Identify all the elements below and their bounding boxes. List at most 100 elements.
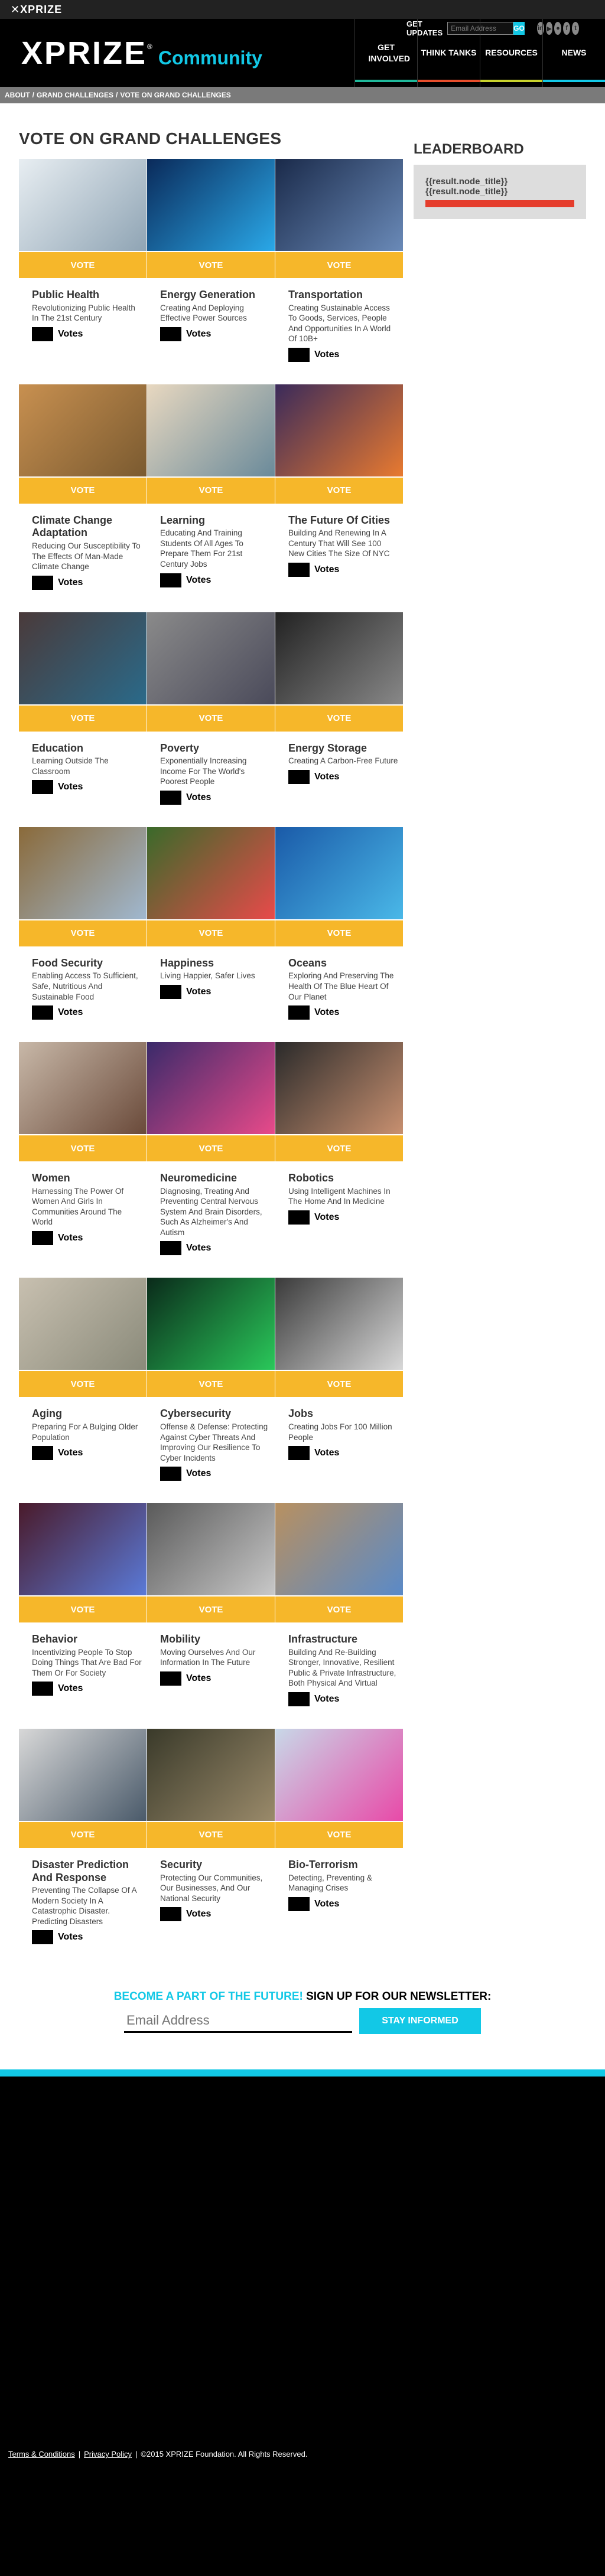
vote-button[interactable]: VOTE: [275, 477, 403, 504]
challenge-image[interactable]: [19, 1278, 147, 1370]
challenge-title[interactable]: Jobs: [288, 1408, 398, 1421]
vote-button[interactable]: VOTE: [147, 252, 275, 278]
vote-count-box: [288, 347, 310, 362]
vote-button[interactable]: VOTE: [147, 920, 275, 946]
challenge-title[interactable]: Aging: [32, 1408, 142, 1421]
challenge-description: harnessing the power of women and girls …: [32, 1186, 124, 1227]
leaderboard-item[interactable]: {{result.node_title}}: [425, 177, 574, 187]
votes-label: Votes: [58, 1683, 83, 1694]
challenge-title[interactable]: Disaster Prediction And Response: [32, 1859, 142, 1884]
challenge-image[interactable]: [275, 1278, 403, 1370]
nav-think-tanks[interactable]: THINK TANKS: [417, 19, 480, 87]
vote-button[interactable]: VOTE: [19, 1135, 147, 1162]
challenge-info: Happiness Living happier, safer lives Vo…: [147, 946, 275, 999]
challenge-image[interactable]: [147, 1278, 275, 1370]
challenge-image[interactable]: [275, 1728, 403, 1821]
breadcrumb-about[interactable]: ABOUT: [5, 91, 30, 99]
stay-informed-button[interactable]: STAY INFORMED: [359, 2008, 481, 2035]
challenge-image[interactable]: [19, 827, 147, 919]
challenge-title[interactable]: The Future Of Cities: [288, 514, 398, 527]
nav-news[interactable]: NEWS: [542, 19, 605, 87]
challenge-title[interactable]: Oceans: [288, 957, 398, 970]
challenge-title[interactable]: Learning: [160, 514, 270, 527]
vote-count-box: [160, 790, 181, 805]
challenge-title[interactable]: Energy Storage: [288, 742, 398, 755]
challenge-image[interactable]: [147, 384, 275, 476]
votes-label: Votes: [186, 986, 212, 997]
leaderboard-bar: [425, 200, 574, 207]
vote-button[interactable]: VOTE: [147, 1596, 275, 1623]
vote-button[interactable]: VOTE: [275, 705, 403, 732]
challenge-image[interactable]: [147, 612, 275, 704]
challenge-image[interactable]: [275, 612, 403, 704]
vote-button[interactable]: VOTE: [19, 477, 147, 504]
site-logo[interactable]: XPRIZE ® Community: [0, 19, 262, 87]
vote-button[interactable]: VOTE: [275, 920, 403, 946]
vote-button[interactable]: VOTE: [147, 1371, 275, 1398]
challenge-image[interactable]: [147, 1042, 275, 1135]
challenge-image[interactable]: [19, 384, 147, 476]
challenge-image[interactable]: [275, 1503, 403, 1596]
challenge-title[interactable]: Women: [32, 1172, 142, 1185]
challenge-image[interactable]: [19, 612, 147, 704]
vote-button[interactable]: VOTE: [147, 477, 275, 504]
vote-button[interactable]: VOTE: [275, 1135, 403, 1162]
vote-button[interactable]: VOTE: [275, 1371, 403, 1398]
votes-label: Votes: [186, 328, 212, 339]
challenge-title[interactable]: Poverty: [160, 742, 270, 755]
challenge-info: Poverty exponentially increasing income …: [147, 732, 275, 805]
votes-label: Votes: [314, 1898, 340, 1909]
vote-button[interactable]: VOTE: [19, 1821, 147, 1848]
challenge-title[interactable]: Climate Change Adaptation: [32, 514, 142, 540]
challenge-title[interactable]: Food Security: [32, 957, 142, 970]
challenge-title[interactable]: Energy Generation: [160, 289, 270, 302]
challenge-image[interactable]: [275, 1042, 403, 1135]
vote-button[interactable]: VOTE: [19, 1596, 147, 1623]
challenge-image[interactable]: [147, 159, 275, 251]
terms-link[interactable]: Terms & Conditions: [8, 2450, 75, 2459]
vote-count-box: [288, 1896, 310, 1911]
vote-button[interactable]: VOTE: [19, 705, 147, 732]
vote-button[interactable]: VOTE: [19, 1371, 147, 1398]
vote-button[interactable]: VOTE: [275, 1596, 403, 1623]
challenge-info: Mobility moving ourselves and our inform…: [147, 1622, 275, 1686]
challenge-image[interactable]: [19, 159, 147, 251]
challenge-info: Public Health revolutionizing public hea…: [19, 278, 147, 341]
challenge-title[interactable]: Transportation: [288, 289, 398, 302]
challenge-title[interactable]: Education: [32, 742, 142, 755]
challenge-title[interactable]: Cybersecurity: [160, 1408, 270, 1421]
challenge-title[interactable]: Infrastructure: [288, 1633, 398, 1646]
challenge-title[interactable]: Public Health: [32, 289, 142, 302]
challenge-image[interactable]: [275, 384, 403, 476]
challenge-image[interactable]: [275, 159, 403, 251]
leaderboard-item[interactable]: {{result.node_title}}: [425, 187, 574, 197]
nav-resources[interactable]: RESOURCES: [480, 19, 542, 87]
challenge-image[interactable]: [147, 1728, 275, 1821]
challenge-image[interactable]: [147, 1503, 275, 1596]
challenge-title[interactable]: Neuromedicine: [160, 1172, 270, 1185]
challenge-title[interactable]: Happiness: [160, 957, 270, 970]
challenge-title[interactable]: Security: [160, 1859, 270, 1872]
vote-button[interactable]: VOTE: [147, 705, 275, 732]
challenge-image[interactable]: [19, 1503, 147, 1596]
challenge-title[interactable]: Behavior: [32, 1633, 142, 1646]
breadcrumb-grand-challenges[interactable]: GRAND CHALLENGES: [37, 91, 113, 99]
challenge-title[interactable]: Bio-Terrorism: [288, 1859, 398, 1872]
nav-get-involved[interactable]: GET INVOLVED: [354, 19, 417, 87]
challenge-image[interactable]: [147, 827, 275, 919]
challenge-title[interactable]: Mobility: [160, 1633, 270, 1646]
vote-count-box: [160, 1671, 181, 1686]
mini-logo[interactable]: ✕XPRIZE: [11, 4, 62, 16]
vote-button[interactable]: VOTE: [19, 920, 147, 946]
challenge-image[interactable]: [275, 827, 403, 919]
newsletter-email-input[interactable]: [124, 2009, 352, 2033]
privacy-link[interactable]: Privacy Policy: [84, 2450, 132, 2459]
vote-button[interactable]: VOTE: [19, 252, 147, 278]
vote-button[interactable]: VOTE: [275, 252, 403, 278]
vote-button[interactable]: VOTE: [147, 1821, 275, 1848]
challenge-image[interactable]: [19, 1728, 147, 1821]
challenge-title[interactable]: Robotics: [288, 1172, 398, 1185]
vote-button[interactable]: VOTE: [147, 1135, 275, 1162]
challenge-image[interactable]: [19, 1042, 147, 1135]
vote-button[interactable]: VOTE: [275, 1821, 403, 1848]
